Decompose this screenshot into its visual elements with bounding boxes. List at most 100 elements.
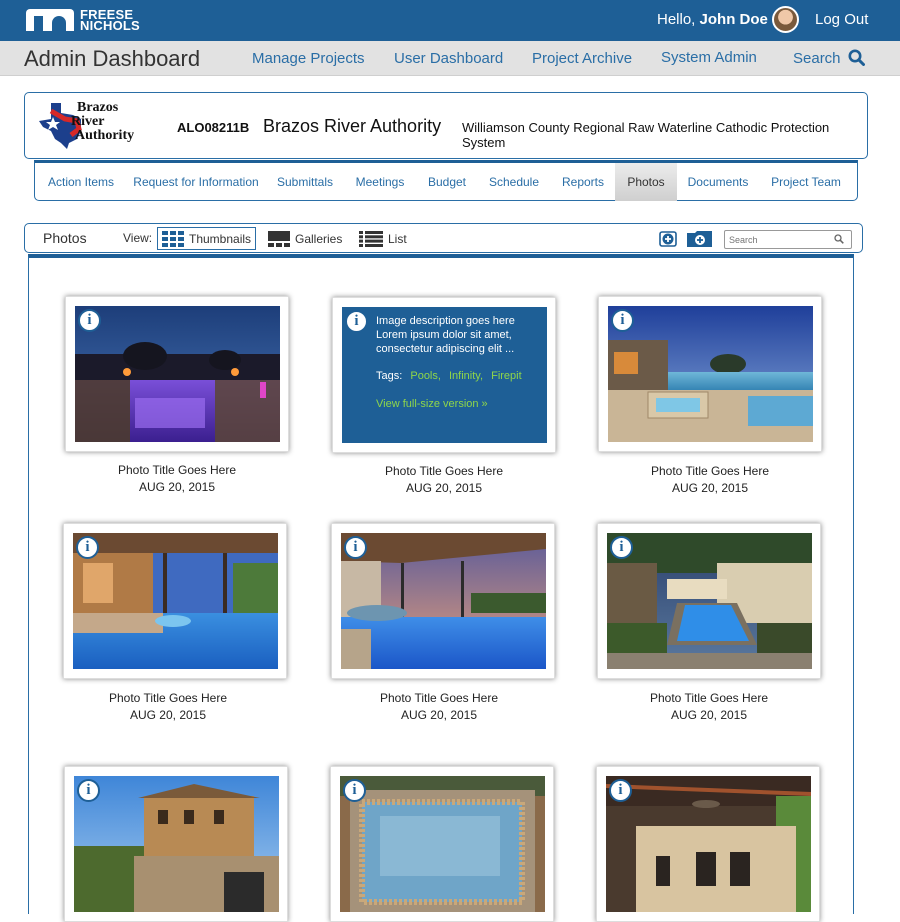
nav-manage-projects[interactable]: Manage Projects [252, 50, 365, 67]
photo-card[interactable]: i [64, 766, 288, 922]
photo-date: AUG 20, 2015 [671, 481, 749, 495]
photo-title: Photo Title Goes Here [649, 691, 769, 705]
info-icon[interactable]: i [345, 310, 368, 333]
add-photo-icon[interactable] [659, 229, 679, 249]
photo-caption: Photo Title Goes Here AUG 20, 2015 [598, 463, 822, 497]
info-icon[interactable]: i [609, 779, 632, 802]
galleries-icon [268, 230, 290, 247]
photo-description: Image description goes here Lorem ipsum … [376, 315, 515, 355]
freese-nichols-logo[interactable]: FREESE NICHOLS [26, 8, 140, 33]
info-icon[interactable]: i [77, 779, 100, 802]
photo-title: Photo Title Goes Here [117, 463, 237, 477]
logo-mark-icon [26, 9, 74, 31]
tag-link[interactable]: Pools, [410, 370, 441, 382]
view-thumbnails-button[interactable]: Thumbnails [157, 227, 257, 250]
view-list-button[interactable]: List [359, 227, 407, 250]
photo-thumbnail[interactable] [341, 533, 546, 669]
search-icon[interactable] [848, 49, 865, 66]
photo-title: Photo Title Goes Here [384, 464, 504, 478]
project-name: Brazos River Authority [263, 116, 442, 136]
photo-caption: Photo Title Goes Here AUG 20, 2015 [56, 690, 280, 724]
photo-card[interactable]: Image description goes here Lorem ipsum … [332, 297, 556, 453]
photo-caption: Photo Title Goes Here AUG 20, 2015 [327, 690, 551, 724]
tab-action-items[interactable]: Action Items [41, 163, 121, 201]
project-tabs: Action Items Request for Information Sub… [34, 160, 858, 201]
photo-tags: Tags: Pools, Infinity, Firepit [376, 369, 539, 383]
tag-link[interactable]: Firepit [491, 370, 522, 382]
grid-icon [162, 230, 184, 247]
photo-card[interactable]: i [63, 523, 287, 679]
user-name: John Doe [699, 11, 768, 28]
photo-thumbnail[interactable] [75, 306, 280, 442]
photo-caption: Photo Title Goes Here AUG 20, 2015 [597, 690, 821, 724]
nav-search[interactable]: Search [793, 50, 841, 67]
info-icon[interactable]: i [76, 536, 99, 559]
add-folder-icon[interactable] [686, 229, 714, 249]
photo-title: Photo Title Goes Here [108, 691, 228, 705]
page-title: Admin Dashboard [24, 46, 201, 71]
view-thumbnails-label: Thumbnails [189, 231, 252, 246]
photo-thumbnail[interactable] [606, 776, 811, 912]
user-greeting: Hello, John Doe [657, 11, 768, 28]
tab-schedule[interactable]: Schedule [483, 163, 545, 201]
logout-link[interactable]: Log Out [815, 11, 868, 28]
photo-caption: Photo Title Goes Here AUG 20, 2015 [332, 463, 556, 497]
photo-card[interactable]: i [597, 523, 821, 679]
photos-toolbar: Photos View: Thumbnails Galleries List [24, 223, 863, 253]
project-code: ALO08211B [177, 120, 250, 135]
tab-project-team[interactable]: Project Team [765, 163, 847, 201]
photo-card[interactable]: i [596, 766, 820, 922]
tab-request-for-information[interactable]: Request for Information [129, 163, 263, 201]
photo-thumbnail[interactable] [607, 533, 812, 669]
logo-line-2: NICHOLS [80, 18, 140, 33]
tab-reports[interactable]: Reports [555, 163, 611, 201]
photo-caption: Photo Title Goes Here AUG 20, 2015 [65, 462, 289, 496]
view-galleries-label: Galleries [295, 231, 343, 246]
info-icon[interactable]: i [611, 309, 634, 332]
photo-card[interactable]: i [598, 296, 822, 452]
tab-photos[interactable]: Photos [615, 163, 677, 201]
list-icon [359, 230, 383, 247]
info-icon[interactable]: i [610, 536, 633, 559]
photo-card[interactable]: i [65, 296, 289, 452]
nav-project-archive[interactable]: Project Archive [532, 50, 632, 67]
search-icon[interactable] [834, 234, 844, 244]
photo-card[interactable]: i [330, 766, 554, 922]
photo-thumbnail[interactable] [608, 306, 813, 442]
view-full-size-link[interactable]: View full-size version » [376, 397, 539, 411]
tab-documents[interactable]: Documents [685, 163, 751, 201]
tab-meetings[interactable]: Meetings [349, 163, 411, 201]
client-logo-line-2: River [71, 114, 105, 129]
info-icon[interactable]: i [343, 779, 366, 802]
photo-card[interactable]: i [331, 523, 555, 679]
photo-thumbnail[interactable] [340, 776, 545, 912]
client-logo-line-3: Authority [75, 128, 135, 143]
photos-search-input[interactable] [724, 230, 852, 249]
info-icon[interactable]: i [344, 536, 367, 559]
view-label: View: [123, 231, 153, 245]
nav-system-admin[interactable]: System Admin [661, 49, 757, 66]
main-nav: Admin Dashboard Manage Projects User Das… [0, 41, 900, 76]
top-bar: FREESE NICHOLS Hello, John Doe Log Out [0, 0, 900, 41]
toolbar-title: Photos [43, 230, 87, 246]
logo-wordmark: FREESE NICHOLS [80, 8, 140, 33]
avatar[interactable] [772, 6, 799, 33]
view-galleries-button[interactable]: Galleries [268, 227, 342, 250]
photo-gallery: i Photo Title Goes Here AUG 20, 2015 Ima… [28, 254, 854, 922]
nav-user-dashboard[interactable]: User Dashboard [394, 50, 503, 67]
photo-thumbnail[interactable] [74, 776, 279, 912]
info-icon[interactable]: i [78, 309, 101, 332]
client-logo-text: Brazos River Authority [71, 101, 135, 143]
project-description: Williamson County Regional Raw Waterline… [462, 120, 830, 150]
photo-date: AUG 20, 2015 [138, 480, 216, 494]
tag-link[interactable]: Infinity, [449, 370, 483, 382]
view-list-label: List [388, 231, 407, 246]
photo-date: AUG 20, 2015 [400, 708, 478, 722]
tab-budget[interactable]: Budget [421, 163, 473, 201]
tags-label: Tags: [376, 370, 403, 382]
photo-thumbnail[interactable] [73, 533, 278, 669]
photo-date: AUG 20, 2015 [129, 708, 207, 722]
photo-title: Photo Title Goes Here [650, 464, 770, 478]
photo-date: AUG 20, 2015 [405, 481, 483, 495]
tab-submittals[interactable]: Submittals [271, 163, 339, 201]
